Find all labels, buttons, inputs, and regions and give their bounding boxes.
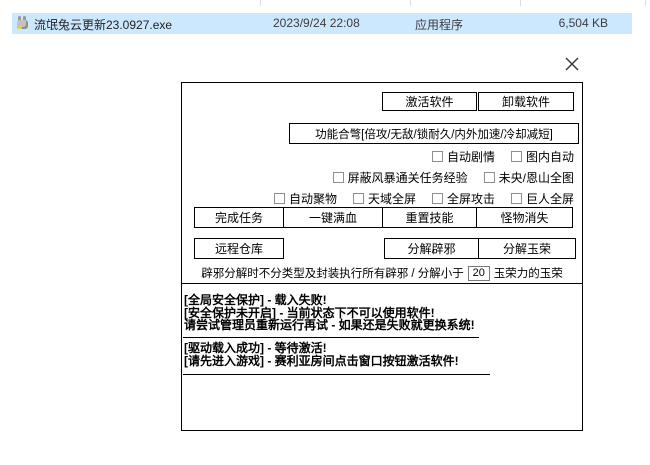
status-log-1: [全局安全保护] - 载入失败! [安全保护未开启] - 当前状态下不可以使用软… <box>184 294 475 332</box>
complete-task-button[interactable]: 完成任务 <box>194 207 284 228</box>
function-combo-button[interactable]: 功能合彆[倍攻/无敌/锁耐久/内外加速/冷却减短] <box>289 123 579 144</box>
reset-skill-button[interactable]: 重置技能 <box>382 207 477 228</box>
checkbox-weiyang-full-map[interactable]: 未央/恩山全图 <box>483 169 574 186</box>
file-icon <box>16 16 30 30</box>
column-divider <box>645 0 646 6</box>
log-line: [全局安全保护] - 载入失败! <box>184 293 327 307</box>
log-line: [请先进入游戏] - 赛利亚房间点击窗口按钮激活软件! <box>184 353 459 368</box>
checkbox-icon[interactable] <box>510 192 522 204</box>
checkbox-giant-fullscreen[interactable]: 巨人全屏 <box>510 190 574 207</box>
activate-software-button[interactable]: 激活软件 <box>382 92 477 111</box>
remote-warehouse-button[interactable]: 远程仓库 <box>194 238 284 259</box>
log-divider <box>183 374 490 375</box>
uninstall-software-button[interactable]: 卸载软件 <box>478 92 574 111</box>
checkbox-icon[interactable] <box>431 150 443 162</box>
close-icon <box>565 57 579 71</box>
log-line: 请尝试管理员重新运行再试 - 如果还是失败就更换系统! <box>184 318 475 332</box>
decompose-text-suffix: 玉荣力的玉荣 <box>493 268 563 280</box>
decompose-text-prefix: 辟邪分解时不分类型及封装执行所有辟邪 / 分解小于 <box>201 268 464 280</box>
decompose-setting-line: 辟邪分解时不分类型及封装执行所有辟邪 / 分解小于 玉荣力的玉荣 <box>183 264 581 282</box>
checkbox-label: 自动聚物 <box>288 191 337 206</box>
checkbox-label: 巨人全屏 <box>525 191 574 206</box>
checkbox-auto-story[interactable]: 自动剧情 <box>431 148 495 165</box>
file-type: 应用程序 <box>415 18 464 32</box>
section-divider <box>182 283 582 284</box>
checkbox-row-2: 屏蔽风暴通关任务经验 未央/恩山全图 <box>332 169 574 186</box>
checkbox-icon[interactable] <box>510 150 522 162</box>
checkbox-label: 未央/恩山全图 <box>498 170 574 185</box>
column-divider <box>260 0 261 6</box>
log-line: [驱动载入成功] - 等待激活! <box>184 341 327 355</box>
full-hp-button[interactable]: 一键满血 <box>283 207 383 228</box>
checkbox-auto-in-map[interactable]: 图内自动 <box>510 148 574 165</box>
yurong-threshold-input[interactable] <box>467 265 490 281</box>
checkbox-row-1: 自动剧情 图内自动 <box>431 148 574 165</box>
file-name: 流氓兔云更新23.0927.exe <box>34 18 173 32</box>
action-button-row-1: 完成任务 一键满血 重置技能 怪物消失 <box>194 207 573 228</box>
checkbox-label: 屏蔽风暴通关任务经验 <box>347 170 468 185</box>
file-date-modified: 2023/9/24 22:08 <box>273 16 360 30</box>
monster-vanish-button[interactable]: 怪物消失 <box>476 207 573 228</box>
close-button[interactable] <box>562 54 582 74</box>
log-divider <box>183 337 479 338</box>
column-divider <box>410 0 411 6</box>
checkbox-icon[interactable] <box>352 192 364 204</box>
checkbox-label: 自动剧情 <box>446 149 495 164</box>
decompose-pixie-button[interactable]: 分解辟邪 <box>384 238 479 259</box>
file-size: 6,504 KB <box>558 16 608 30</box>
checkbox-label: 天域全屏 <box>367 191 416 206</box>
decompose-yurong-button[interactable]: 分解玉荣 <box>478 238 576 259</box>
checkbox-auto-loot[interactable]: 自动聚物 <box>273 190 337 207</box>
checkbox-label: 全屏攻击 <box>446 191 495 206</box>
checkbox-icon[interactable] <box>483 171 495 183</box>
checkbox-row-3: 自动聚物 天域全屏 全屏攻击 巨人全屏 <box>273 190 574 207</box>
cheat-tool-panel: 激活软件 卸载软件 功能合彆[倍攻/无敌/锁耐久/内外加速/冷却减短] 自动剧情… <box>181 82 583 431</box>
checkbox-icon[interactable] <box>332 171 344 183</box>
status-log-2: [驱动载入成功] - 等待激活! [请先进入游戏] - 赛利亚房间点击窗口按钮激… <box>184 342 459 367</box>
checkbox-icon[interactable] <box>273 192 285 204</box>
checkbox-label: 图内自动 <box>525 149 574 164</box>
column-divider <box>520 0 521 6</box>
checkbox-block-storm-exp[interactable]: 屏蔽风暴通关任务经验 <box>332 169 468 186</box>
checkbox-icon[interactable] <box>431 192 443 204</box>
explorer-file-row[interactable]: 流氓兔云更新23.0927.exe 2023/9/24 22:08 应用程序 6… <box>12 13 632 34</box>
checkbox-fullscreen-attack[interactable]: 全屏攻击 <box>431 190 495 207</box>
checkbox-sky-fullscreen[interactable]: 天域全屏 <box>352 190 416 207</box>
